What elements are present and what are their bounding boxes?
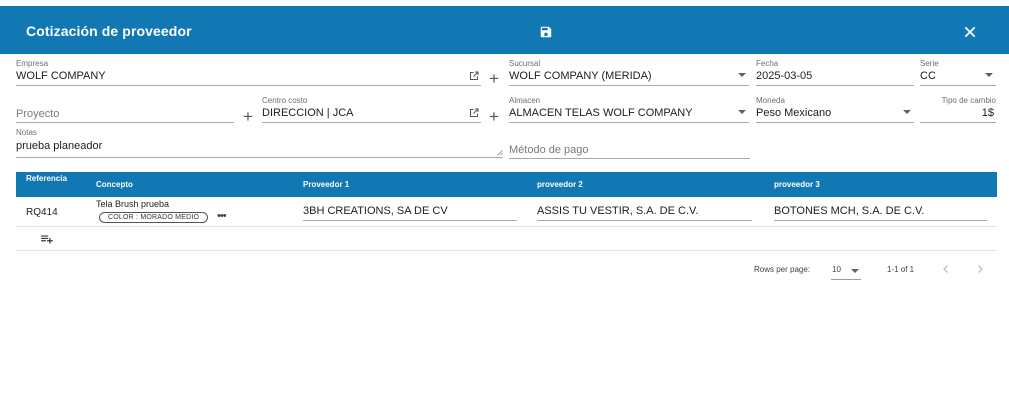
concepto-cell: Tela Brush prueba xyxy=(96,199,170,209)
serie-select[interactable]: Serie CC xyxy=(920,59,996,86)
column-header-concepto[interactable]: Concepto xyxy=(96,180,133,189)
moneda-value: Peso Mexicano xyxy=(756,107,832,119)
almacen-select[interactable]: Almacen ALMACEN TELAS WOLF COMPANY xyxy=(509,96,749,123)
fecha-value: 2025-03-05 xyxy=(756,70,813,82)
open-in-new-icon[interactable] xyxy=(468,107,480,119)
chevron-right-icon[interactable] xyxy=(974,263,986,275)
moneda-select[interactable]: Moneda Peso Mexicano xyxy=(756,96,914,123)
resize-handle-icon[interactable] xyxy=(496,149,503,156)
rows-per-page-label: Rows per page: xyxy=(754,265,811,274)
proyecto-placeholder: Proyecto xyxy=(16,108,60,120)
attribute-chip[interactable]: COLOR : MORADO MEDIO xyxy=(99,212,209,223)
rows-per-page-value: 10 xyxy=(832,265,841,274)
sucursal-select[interactable]: Sucursal WOLF COMPANY (MERIDA) xyxy=(509,59,749,86)
rows-per-page-select[interactable]: 10 xyxy=(831,262,861,280)
table-header: Referencia Concepto Proveedor 1 proveedo… xyxy=(16,172,997,197)
chevron-left-icon[interactable] xyxy=(940,263,952,275)
proveedor-3-input[interactable]: BOTONES MCH, S.A. DE C.V. xyxy=(774,203,987,221)
tipo-cambio-label: Tipo de cambio xyxy=(941,96,996,105)
table-row: RQ414 Tela Brush prueba COLOR : MORADO M… xyxy=(16,197,997,227)
open-in-new-icon[interactable] xyxy=(468,70,480,82)
centro-costo-label: Centro costo xyxy=(262,96,308,105)
proveedor-2-value: ASSIS TU VESTIR, S.A. DE C.V. xyxy=(537,205,699,217)
save-icon[interactable] xyxy=(539,25,553,39)
dialog-title: Cotización de proveedor xyxy=(26,23,192,39)
notas-label: Notas xyxy=(16,128,37,137)
chevron-down-icon xyxy=(851,269,859,273)
add-row-area xyxy=(16,227,997,251)
add-icon[interactable]: + xyxy=(243,108,253,125)
proveedor-3-value: BOTONES MCH, S.A. DE C.V. xyxy=(774,205,925,217)
metodo-pago-field[interactable]: Método de pago xyxy=(509,137,750,159)
tipo-cambio-field[interactable]: Tipo de cambio 1$ xyxy=(920,96,996,123)
chevron-down-icon xyxy=(738,73,746,77)
chevron-down-icon xyxy=(903,110,911,114)
pagination-range: 1-1 of 1 xyxy=(887,265,915,274)
proveedor-2-input[interactable]: ASSIS TU VESTIR, S.A. DE C.V. xyxy=(537,203,752,221)
metodo-pago-placeholder: Método de pago xyxy=(509,144,589,156)
notas-value: prueba planeador xyxy=(16,140,103,152)
empresa-label: Empresa xyxy=(16,59,49,68)
column-header-proveedor-3[interactable]: proveedor 3 xyxy=(774,180,820,189)
column-header-proveedor-1[interactable]: Proveedor 1 xyxy=(303,180,349,189)
serie-label: Serie xyxy=(920,59,939,68)
almacen-value: ALMACEN TELAS WOLF COMPANY xyxy=(509,107,693,119)
proveedor-1-input[interactable]: 3BH CREATIONS, SA DE CV xyxy=(303,203,517,221)
fecha-field[interactable]: Fecha 2025-03-05 xyxy=(756,59,914,86)
notas-field[interactable]: Notas prueba planeador xyxy=(16,128,503,158)
proveedor-1-value: 3BH CREATIONS, SA DE CV xyxy=(303,205,448,217)
moneda-label: Moneda xyxy=(756,96,785,105)
centro-costo-value: DIRECCION | JCA xyxy=(262,107,354,119)
dialog-header: Cotización de proveedor xyxy=(0,6,1009,54)
more-options-icon[interactable]: ••• xyxy=(217,210,227,222)
serie-value: CC xyxy=(920,70,936,82)
add-icon[interactable]: + xyxy=(489,70,499,87)
referencia-cell: RQ414 xyxy=(26,207,58,218)
tipo-cambio-value: 1$ xyxy=(981,107,994,119)
close-icon[interactable] xyxy=(963,25,977,39)
almacen-label: Almacen xyxy=(509,96,541,105)
column-header-proveedor-2[interactable]: proveedor 2 xyxy=(537,180,583,189)
add-icon[interactable]: + xyxy=(489,108,499,125)
playlist-add-icon[interactable] xyxy=(40,232,54,246)
sucursal-value: WOLF COMPANY (MERIDA) xyxy=(509,70,652,82)
empresa-value: WOLF COMPANY xyxy=(16,70,106,82)
column-header-referencia[interactable]: Referencia xyxy=(26,174,67,183)
fecha-label: Fecha xyxy=(756,59,779,68)
centro-costo-field[interactable]: Centro costo DIRECCION | JCA xyxy=(262,96,481,123)
chevron-down-icon xyxy=(985,73,993,77)
empresa-field[interactable]: Empresa WOLF COMPANY xyxy=(16,59,481,86)
chevron-down-icon xyxy=(738,110,746,114)
sucursal-label: Sucursal xyxy=(509,59,541,68)
proyecto-field[interactable]: Proyecto xyxy=(16,97,234,123)
